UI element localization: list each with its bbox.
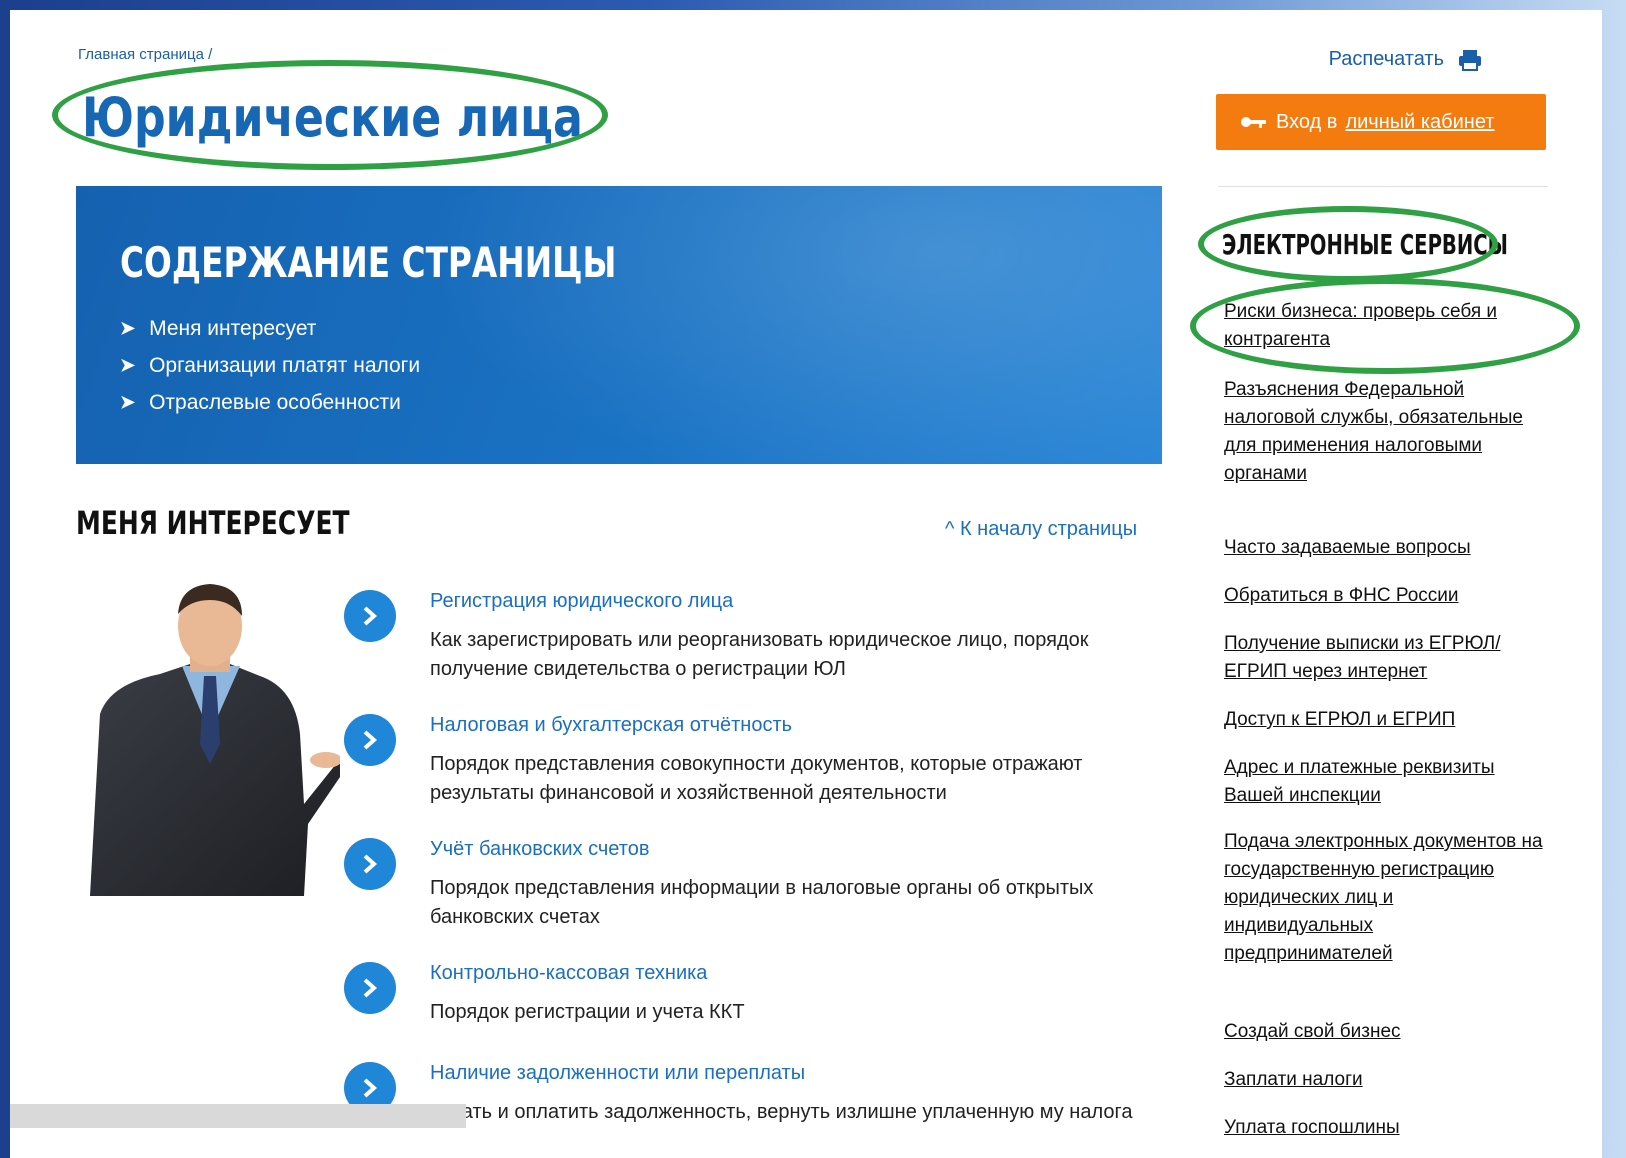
print-label: Распечатать (1328, 48, 1444, 70)
divider (1218, 186, 1548, 187)
sidebar-link[interactable]: Риски бизнеса: проверь себя и контрагент… (1224, 298, 1544, 354)
arrow-right-icon (363, 730, 378, 750)
arrow-right-button[interactable] (344, 962, 396, 1014)
login-link[interactable]: личный кабинет (1345, 111, 1494, 134)
arrow-right-icon (363, 606, 378, 626)
toc-list: ➤ Меня интересует ➤ Организации платят нал… (120, 310, 420, 421)
arrow-right-button[interactable] (344, 838, 396, 890)
sidebar-title: ЭЛЕКТРОННЫЕ СЕРВИСЫ (1222, 228, 1508, 261)
topic-description: Узнать и оплатить задолженность, вернуть… (430, 1101, 1133, 1123)
topic-description: Порядок представления информации в налог… (430, 877, 1094, 928)
topic-description: Как зарегистрировать или реорганизовать … (430, 629, 1089, 680)
topic-title[interactable]: Наличие задолженности или переплаты (430, 1062, 805, 1085)
arrow-right-icon (363, 854, 378, 874)
key-icon (1241, 117, 1266, 128)
section-title: МЕНЯ ИНТЕРЕСУЕТ (76, 504, 350, 542)
sidebar-link[interactable]: Создай свой бизнес (1224, 1018, 1544, 1046)
topic-title[interactable]: Регистрация юридического лица (430, 590, 733, 613)
printer-icon (1459, 49, 1481, 71)
chevron-right-icon: ➤ (120, 355, 136, 375)
arrow-right-button[interactable] (344, 590, 396, 642)
sidebar-link[interactable]: Обратиться в ФНС России (1224, 582, 1544, 610)
topic-title[interactable]: Контрольно-кассовая техника (430, 962, 707, 985)
sidebar-link[interactable]: Адрес и платежные реквизиты Вашей инспек… (1224, 754, 1524, 810)
breadcrumb-home[interactable]: Главная страница / (78, 46, 212, 63)
sidebar-link[interactable]: Подача электронных документов на государ… (1224, 828, 1544, 968)
sidebar-link[interactable]: Получение выписки из ЕГРЮЛ/ЕГРИП через и… (1224, 630, 1544, 686)
sidebar-link[interactable]: Уплата госпошлины (1224, 1114, 1544, 1142)
toc-item[interactable]: ➤ Организации платят налоги (120, 347, 420, 384)
topic-title[interactable]: Учёт банковских счетов (430, 838, 649, 861)
chevron-right-icon: ➤ (120, 318, 136, 338)
arrow-right-icon (363, 1078, 378, 1098)
toc-item[interactable]: ➤ Меня интересует (120, 310, 420, 347)
chevron-right-icon: ➤ (120, 392, 136, 412)
toc-banner: СОДЕРЖАНИЕ СТРАНИЦЫ ➤ Меня интересует ➤ Ор… (76, 186, 1162, 464)
toc-title: СОДЕРЖАНИЕ СТРАНИЦЫ (120, 238, 617, 287)
sidebar-link[interactable]: Разъяснения Федеральной налоговой службы… (1224, 376, 1524, 488)
topic-description: Порядок представления совокупности докум… (430, 753, 1083, 804)
sidebar-link[interactable]: Заплати налоги (1224, 1066, 1544, 1094)
horizontal-scrollbar[interactable] (10, 1104, 466, 1128)
arrow-right-button[interactable] (344, 714, 396, 766)
businessman-image (90, 584, 340, 896)
back-to-top-link[interactable]: ^ К началу страницы (945, 518, 1137, 541)
sidebar-link[interactable]: Часто задаваемые вопросы (1224, 534, 1544, 562)
toc-item[interactable]: ➤ Отраслевые особенности (120, 384, 420, 421)
sidebar-link[interactable]: Доступ к ЕГРЮЛ и ЕГРИП (1224, 706, 1544, 734)
login-button[interactable]: Вход в личный кабинет (1216, 94, 1546, 150)
arrow-right-icon (363, 978, 378, 998)
print-link[interactable]: Распечатать (1329, 48, 1482, 71)
topic-title[interactable]: Налоговая и бухгалтерская отчётность (430, 714, 792, 737)
topic-description: Порядок регистрации и учета ККТ (430, 1001, 745, 1023)
page-title: Юридические лица (82, 86, 583, 149)
login-prefix: Вход в (1276, 110, 1338, 133)
page: Главная страница / Юридические лица Расп… (10, 10, 1602, 1158)
